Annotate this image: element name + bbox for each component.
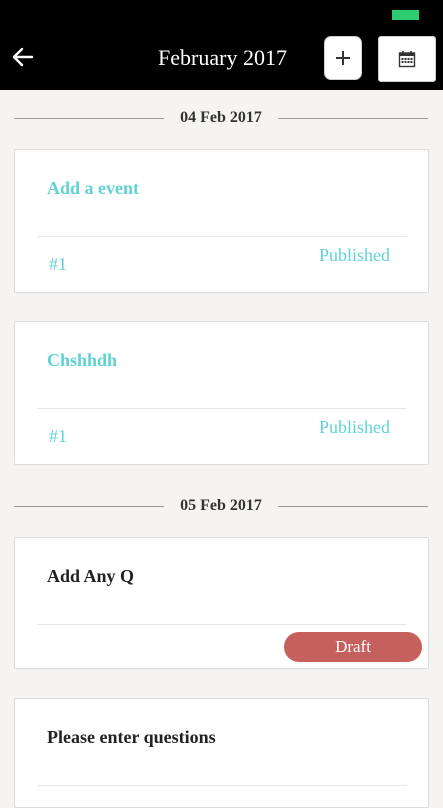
battery-icon [392,10,419,20]
status-published: Published [318,417,390,437]
divider-line [278,118,428,119]
event-card[interactable]: Add Any Q Draft [14,537,429,669]
event-card[interactable]: Chshhdh #1 Published [14,321,429,465]
card-divider [37,408,407,409]
divider-line [14,118,164,119]
app-header: February 2017 [0,28,443,90]
status-bar [0,0,443,28]
divider-line [14,506,164,507]
divider-line [278,506,428,507]
date-label: 04 Feb 2017 [180,109,262,126]
calendar-icon [398,51,416,68]
event-number: #1 [49,426,67,446]
date-divider: 04 Feb 2017 [14,107,428,129]
date-divider: 05 Feb 2017 [14,495,428,517]
event-card[interactable]: Please enter questions [14,698,429,808]
event-title: Please enter questions [47,727,216,747]
add-button[interactable] [324,36,362,80]
arrow-left-icon[interactable] [10,44,36,70]
card-divider [37,236,407,237]
status-published: Published [318,245,390,265]
event-card[interactable]: Add a event #1 Published [14,149,429,293]
card-divider [37,624,407,625]
plus-icon [336,51,350,65]
page-title: February 2017 [158,45,287,70]
card-divider [37,785,407,786]
event-title: Chshhdh [47,350,118,370]
date-label: 05 Feb 2017 [180,497,262,514]
status-draft-badge: Draft [284,632,422,662]
event-number: #1 [49,254,67,274]
calendar-button[interactable] [378,36,436,82]
event-title: Add Any Q [47,566,135,586]
event-title: Add a event [47,178,140,198]
